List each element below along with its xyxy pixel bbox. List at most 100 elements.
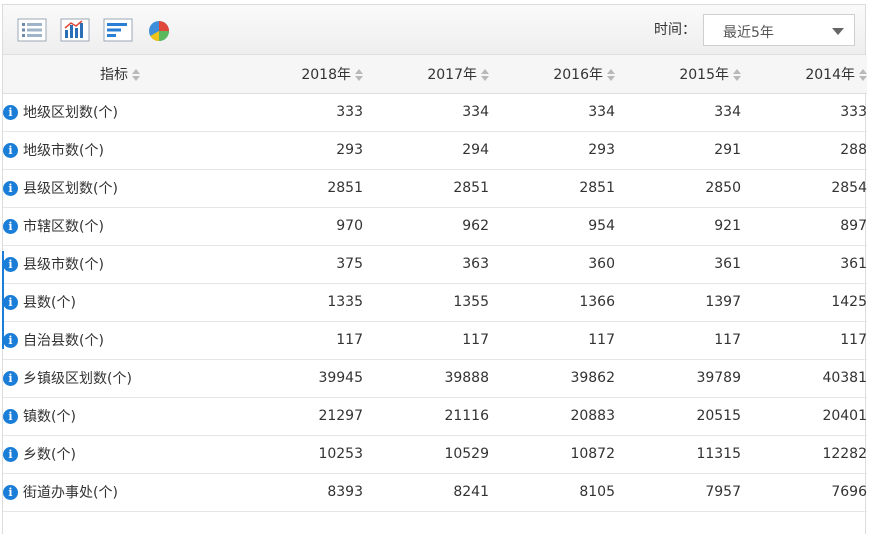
sort-icon[interactable] bbox=[481, 68, 489, 81]
indicator-cell: i 乡数(个) bbox=[3, 435, 237, 474]
column-header-label: 指标 bbox=[100, 66, 128, 83]
value-cell: 1397 bbox=[615, 283, 741, 322]
value-cell: 20515 bbox=[615, 397, 741, 436]
info-icon[interactable]: i bbox=[3, 256, 18, 272]
indicator-cell: i 县数(个) bbox=[3, 283, 237, 322]
value-cell: 10529 bbox=[363, 435, 489, 474]
table-row: i 县数(个) 1335 1355 1366 1397 1425 bbox=[3, 283, 867, 322]
indicator-cell: i 地级区划数(个) bbox=[3, 93, 237, 132]
sort-icon[interactable] bbox=[733, 68, 741, 81]
value-cell: 970 bbox=[237, 207, 363, 246]
data-panel: 时间： 最近5年 指标 2018年 2017年 2016年 2015年 2014… bbox=[2, 4, 867, 534]
value-cell: 117 bbox=[363, 321, 489, 360]
value-cell: 21297 bbox=[237, 397, 363, 436]
info-icon[interactable]: i bbox=[3, 370, 18, 386]
indicator-label: 县级区划数(个) bbox=[23, 181, 118, 197]
indicator-label: 街道办事处(个) bbox=[23, 485, 118, 501]
column-header-indicator[interactable]: 指标 bbox=[3, 55, 237, 94]
value-cell: 20883 bbox=[489, 397, 615, 436]
table-row: i 地级区划数(个) 333 334 334 334 333 bbox=[3, 93, 867, 132]
value-cell: 2851 bbox=[489, 169, 615, 208]
bar-chart-icon[interactable] bbox=[60, 18, 90, 42]
table-body: i 地级区划数(个) 333 334 334 334 333 i 地级市数(个) 293 294 29… bbox=[3, 93, 867, 512]
value-cell: 11315 bbox=[615, 435, 741, 474]
indicator-label: 县数(个) bbox=[23, 295, 76, 311]
value-cell: 897 bbox=[741, 207, 867, 246]
table-row: i 地级市数(个) 293 294 293 291 288 bbox=[3, 131, 867, 170]
row-accent-bar bbox=[2, 251, 4, 349]
horizontal-bar-chart-icon[interactable] bbox=[103, 18, 133, 42]
period-select[interactable]: 最近5年 bbox=[703, 14, 855, 46]
info-icon[interactable]: i bbox=[3, 218, 18, 234]
value-cell: 8241 bbox=[363, 473, 489, 512]
sort-icon[interactable] bbox=[859, 68, 867, 81]
period-select-value: 最近5年 bbox=[723, 25, 774, 41]
value-cell: 2854 bbox=[741, 169, 867, 208]
value-cell: 921 bbox=[615, 207, 741, 246]
value-cell: 8105 bbox=[489, 473, 615, 512]
table-row: i 乡镇级区划数(个) 39945 39888 39862 39789 40381 bbox=[3, 359, 867, 398]
table-row: i 乡数(个) 10253 10529 10872 11315 12282 bbox=[3, 435, 867, 474]
indicator-label: 县级市数(个) bbox=[23, 257, 104, 273]
indicator-cell: i 县级区划数(个) bbox=[3, 169, 237, 208]
pie-chart-icon[interactable] bbox=[146, 18, 176, 42]
value-cell: 375 bbox=[237, 245, 363, 284]
value-cell: 293 bbox=[237, 131, 363, 170]
value-cell: 2850 bbox=[615, 169, 741, 208]
indicator-label: 地级市数(个) bbox=[23, 143, 104, 159]
table-view-icon[interactable] bbox=[17, 18, 47, 42]
value-cell: 7696 bbox=[741, 473, 867, 512]
value-cell: 39789 bbox=[615, 359, 741, 398]
value-cell: 334 bbox=[489, 93, 615, 132]
indicator-cell: i 镇数(个) bbox=[3, 397, 237, 436]
info-icon[interactable]: i bbox=[3, 294, 18, 310]
table-row: i 镇数(个) 21297 21116 20883 20515 20401 bbox=[3, 397, 867, 436]
indicator-cell: i 市辖区数(个) bbox=[3, 207, 237, 246]
column-header-year[interactable]: 2016年 bbox=[489, 55, 615, 94]
info-icon[interactable]: i bbox=[3, 180, 18, 196]
column-header-year[interactable]: 2018年 bbox=[237, 55, 363, 94]
value-cell: 20401 bbox=[741, 397, 867, 436]
value-cell: 363 bbox=[363, 245, 489, 284]
indicator-label: 地级区划数(个) bbox=[23, 105, 118, 121]
value-cell: 117 bbox=[615, 321, 741, 360]
value-cell: 12282 bbox=[741, 435, 867, 474]
value-cell: 954 bbox=[489, 207, 615, 246]
value-cell: 1355 bbox=[363, 283, 489, 322]
info-icon[interactable]: i bbox=[3, 446, 18, 462]
indicator-cell: i 地级市数(个) bbox=[3, 131, 237, 170]
value-cell: 962 bbox=[363, 207, 489, 246]
value-cell: 39888 bbox=[363, 359, 489, 398]
value-cell: 1335 bbox=[237, 283, 363, 322]
indicator-label: 自治县数(个) bbox=[23, 333, 104, 349]
info-icon[interactable]: i bbox=[3, 484, 18, 500]
column-header-year[interactable]: 2015年 bbox=[615, 55, 741, 94]
column-header-year[interactable]: 2017年 bbox=[363, 55, 489, 94]
info-icon[interactable]: i bbox=[3, 332, 18, 348]
value-cell: 333 bbox=[237, 93, 363, 132]
table-row: i 县级区划数(个) 2851 2851 2851 2850 2854 bbox=[3, 169, 867, 208]
value-cell: 39862 bbox=[489, 359, 615, 398]
value-cell: 288 bbox=[741, 131, 867, 170]
indicator-label: 镇数(个) bbox=[23, 409, 76, 425]
value-cell: 39945 bbox=[237, 359, 363, 398]
indicator-label: 乡数(个) bbox=[23, 447, 76, 463]
value-cell: 334 bbox=[615, 93, 741, 132]
sort-icon[interactable] bbox=[132, 68, 140, 81]
value-cell: 294 bbox=[363, 131, 489, 170]
info-icon[interactable]: i bbox=[3, 408, 18, 424]
value-cell: 361 bbox=[741, 245, 867, 284]
indicator-cell: i 县级市数(个) bbox=[3, 245, 237, 284]
info-icon[interactable]: i bbox=[3, 142, 18, 158]
value-cell: 7957 bbox=[615, 473, 741, 512]
sort-icon[interactable] bbox=[355, 68, 363, 81]
indicator-label: 市辖区数(个) bbox=[23, 219, 104, 235]
column-header-year[interactable]: 2014年 bbox=[741, 55, 867, 94]
table-row: i 市辖区数(个) 970 962 954 921 897 bbox=[3, 207, 867, 246]
value-cell: 8393 bbox=[237, 473, 363, 512]
sort-icon[interactable] bbox=[607, 68, 615, 81]
value-cell: 117 bbox=[489, 321, 615, 360]
info-icon[interactable]: i bbox=[3, 104, 18, 120]
table-row: i 自治县数(个) 117 117 117 117 117 bbox=[3, 321, 867, 360]
time-label: 时间： bbox=[654, 22, 696, 38]
